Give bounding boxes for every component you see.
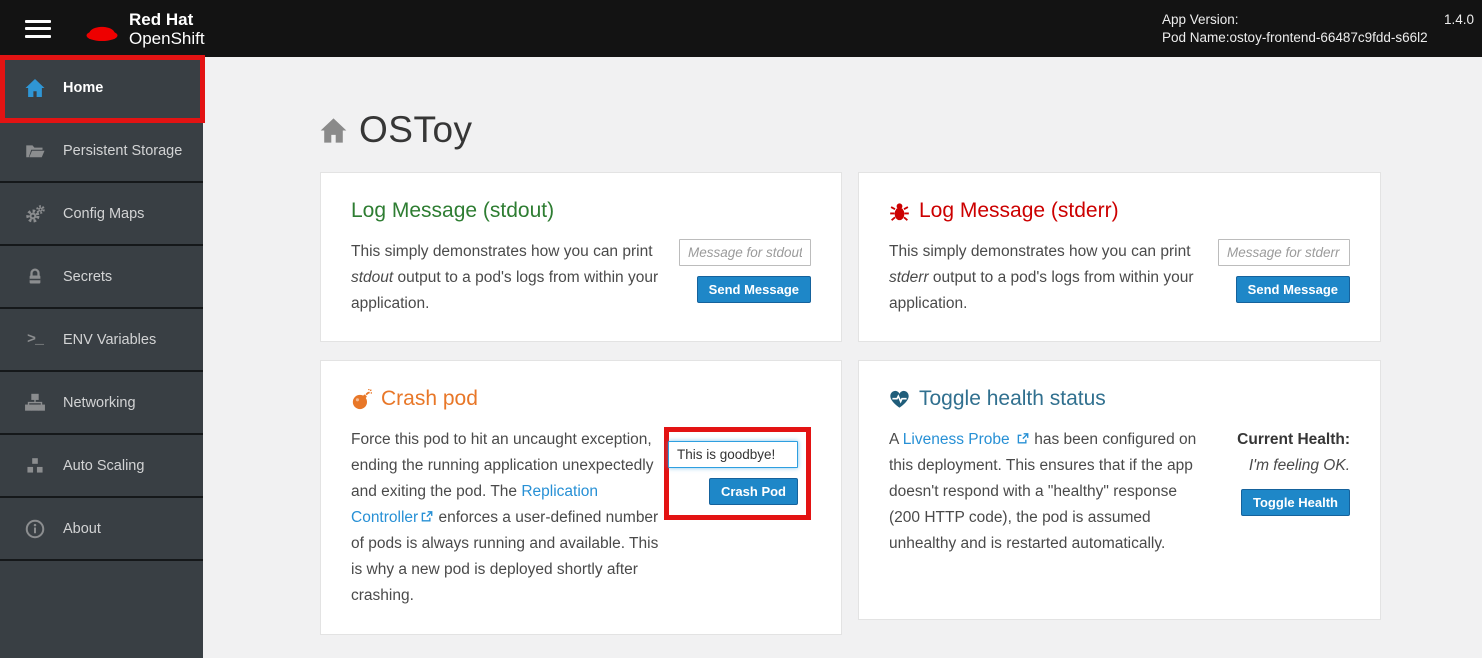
card-grid: Log Message (stdout) This simply demonst…: [320, 172, 1381, 635]
pod-name-value: ostoy-frontend-66487c9fdd-s66l2: [1230, 29, 1428, 47]
bug-icon: [889, 201, 910, 222]
card-stderr-text: This simply demonstrates how you can pri…: [889, 239, 1211, 317]
top-header-bar: Red Hat OpenShift App Version: 1.4.0 Pod…: [0, 0, 1482, 57]
send-message-stderr-button[interactable]: Send Message: [1236, 276, 1350, 303]
sitemap-icon: [24, 392, 46, 414]
external-link-icon: [1016, 432, 1030, 445]
sidebar-item-label: Home: [63, 80, 103, 96]
sidebar-item-label: Auto Scaling: [63, 458, 144, 474]
cogs-icon: [24, 203, 46, 225]
sidebar-item-secrets[interactable]: Secrets: [0, 246, 203, 309]
home-title-icon: [320, 117, 347, 144]
crash-pod-button[interactable]: Crash Pod: [709, 478, 798, 505]
annotation-box-crash: Crash Pod: [664, 427, 811, 520]
folder-open-icon: [24, 140, 46, 162]
card-stdout-text: This simply demonstrates how you can pri…: [351, 239, 673, 317]
current-health-label: Current Health:: [1237, 427, 1350, 453]
info-circle-icon: [24, 518, 46, 540]
card-crash-text: Force this pod to hit an uncaught except…: [351, 427, 664, 609]
ostoy-app: Red Hat OpenShift App Version: 1.4.0 Pod…: [0, 0, 1482, 658]
card-stdout-heading: Log Message (stdout): [351, 199, 811, 223]
app-title: OSToy: [359, 109, 473, 151]
sidebar-item-label: Persistent Storage: [63, 143, 182, 159]
sidebar-item-label: Config Maps: [63, 206, 144, 222]
send-message-stdout-button[interactable]: Send Message: [697, 276, 811, 303]
brand-line1: Red Hat: [129, 10, 205, 29]
card-toggle-health: Toggle health status A Liveness Probe ha…: [858, 360, 1381, 620]
terminal-icon: >_: [24, 329, 46, 351]
header-info-block: App Version: 1.4.0 Pod Name: ostoy-front…: [1162, 11, 1474, 47]
sidebar-item-persistent-storage[interactable]: Persistent Storage: [0, 120, 203, 183]
sidebar-item-env-variables[interactable]: >_ ENV Variables: [0, 309, 203, 372]
app-version-value: 1.4.0: [1444, 11, 1474, 29]
current-health-value: I'm feeling OK.: [1249, 453, 1350, 479]
card-log-stdout: Log Message (stdout) This simply demonst…: [320, 172, 842, 342]
card-log-stderr: Log Message (stderr) This simply demonst…: [858, 172, 1381, 342]
cubes-icon: [24, 455, 46, 477]
sidebar-item-home[interactable]: Home: [0, 57, 203, 120]
redhat-fedora-icon: [83, 11, 121, 47]
card-stderr-heading: Log Message (stderr): [889, 199, 1350, 223]
card-crash-pod: Crash pod Force this pod to hit an uncau…: [320, 360, 842, 635]
card-crash-heading: Crash pod: [351, 387, 811, 411]
liveness-probe-link[interactable]: Liveness Probe: [903, 431, 1010, 448]
sidebar-item-config-maps[interactable]: Config Maps: [0, 183, 203, 246]
sidebar-item-auto-scaling[interactable]: Auto Scaling: [0, 435, 203, 498]
pod-name-label: Pod Name:: [1162, 29, 1230, 47]
card-health-heading: Toggle health status: [889, 387, 1350, 411]
hamburger-menu-icon[interactable]: [25, 20, 51, 38]
card-health-text: A Liveness Probe has been configured on …: [889, 427, 1211, 557]
main-content: OSToy Log Message (stdout) This simply d…: [203, 57, 1482, 658]
stderr-message-input[interactable]: [1218, 239, 1350, 266]
sidebar-item-about[interactable]: About: [0, 498, 203, 561]
toggle-health-button[interactable]: Toggle Health: [1241, 489, 1350, 516]
brand-line2: OpenShift: [129, 29, 205, 48]
home-icon: [24, 77, 46, 99]
sidebar-item-label: Secrets: [63, 269, 112, 285]
sidebar-item-label: About: [63, 521, 101, 537]
sidebar-item-label: Networking: [63, 395, 136, 411]
heartbeat-icon: [889, 389, 910, 410]
bomb-icon: [351, 389, 372, 410]
sidebar-item-networking[interactable]: Networking: [0, 372, 203, 435]
sidebar-item-label: ENV Variables: [63, 332, 156, 348]
external-link-icon: [420, 510, 434, 523]
app-version-label: App Version:: [1162, 11, 1239, 29]
redhat-openshift-logo: Red Hat OpenShift: [83, 10, 205, 48]
lock-icon: [24, 266, 46, 288]
sidebar-nav: Home Persistent Storage Config Maps: [0, 57, 203, 658]
crash-message-input[interactable]: [668, 441, 798, 468]
page-title: OSToy: [320, 109, 1482, 151]
stdout-message-input[interactable]: [679, 239, 811, 266]
